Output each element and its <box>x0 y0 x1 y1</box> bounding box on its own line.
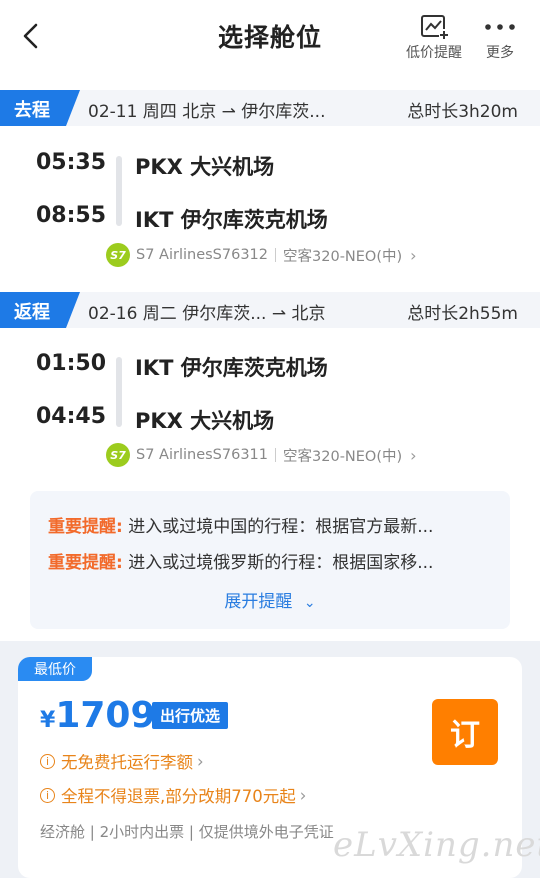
watermark: eLvXing.net <box>333 825 540 865</box>
return-duration: 总时长2h55m <box>407 304 518 324</box>
airline-logo-icon: S7 <box>106 243 130 267</box>
divider <box>275 448 277 462</box>
refund-info-text: 全程不得退票,部分改期770元起 <box>61 787 296 806</box>
notice-text: 进入或过境俄罗斯的行程：根据国家移... <box>128 553 434 573</box>
airline-logo-icon: S7 <box>106 443 130 467</box>
baggage-info-text: 无免费托运行李额 <box>61 753 193 772</box>
outbound-airline: S7 AirlinesS76312 <box>136 247 269 263</box>
outbound-aircraft: 空客320-NEO(中) <box>283 248 403 265</box>
header-bar: 选择舱位 低价提醒 更多 <box>0 0 540 84</box>
return-arr-airport: PKX 大兴机场 <box>135 409 275 433</box>
outbound-segment-bar: 去程 02-11 周四 北京 ⇀ 伊尔库茨... 总时长3h20m <box>0 90 540 126</box>
return-route-info: 02-16 周二 伊尔库茨... ⇀ 北京 <box>88 304 326 324</box>
price: ¥1709 <box>40 695 156 736</box>
return-dep-time: 01:50 <box>36 351 107 376</box>
return-dep-airport: IKT 伊尔库茨克机场 <box>135 356 328 380</box>
price-alert-button[interactable]: 低价提醒 <box>398 12 470 62</box>
return-airline-row[interactable]: S7 S7 AirlinesS76311 空客320-NEO(中) › <box>106 442 417 468</box>
expand-notices-button[interactable]: 展开提醒 ⌄ <box>30 587 510 612</box>
outbound-duration: 总时长3h20m <box>407 102 518 122</box>
outbound-dep-time: 05:35 <box>36 150 107 175</box>
chevron-right-icon: › <box>410 445 417 465</box>
outbound-tag: 去程 <box>0 90 80 126</box>
notice-text: 进入或过境中国的行程：根据官方最新... <box>128 517 434 537</box>
chevron-down-icon: ⌄ <box>303 595 316 611</box>
return-airline: S7 AirlinesS76311 <box>136 447 269 463</box>
divider <box>275 248 277 262</box>
return-aircraft: 空客320-NEO(中) <box>283 448 403 465</box>
notice-item[interactable]: 重要提醒: 进入或过境俄罗斯的行程：根据国家移... <box>48 548 433 573</box>
info-icon: i <box>40 753 55 769</box>
more-button[interactable]: 更多 <box>472 12 528 62</box>
outbound-airline-row[interactable]: S7 S7 AirlinesS76312 空客320-NEO(中) › <box>106 242 417 268</box>
price-alert-label: 低价提醒 <box>406 45 462 61</box>
return-arr-time: 04:45 <box>36 404 107 429</box>
refund-info[interactable]: i 全程不得退票,部分改期770元起 › <box>40 783 306 807</box>
outbound-arr-airport: IKT 伊尔库茨克机场 <box>135 208 328 232</box>
fare-footer: 经济舱 | 2小时内出票 | 仅提供境外电子凭证 <box>40 823 334 841</box>
notice-label: 重要提醒: <box>48 553 123 573</box>
notice-box: 重要提醒: 进入或过境中国的行程：根据官方最新... 重要提醒: 进入或过境俄罗… <box>30 491 510 629</box>
notice-item[interactable]: 重要提醒: 进入或过境中国的行程：根据官方最新... <box>48 512 433 537</box>
chevron-right-icon: › <box>197 751 204 771</box>
lowest-price-tag: 最低价 <box>18 657 92 681</box>
outbound-arr-time: 08:55 <box>36 203 107 228</box>
chevron-right-icon: › <box>410 245 417 265</box>
travel-choice-badge: 出行优选 <box>152 702 229 729</box>
baggage-info[interactable]: i 无免费托运行李额 › <box>40 749 204 773</box>
expand-notices-label: 展开提醒 <box>224 592 293 612</box>
return-tag: 返程 <box>0 292 80 328</box>
outbound-flight-line <box>116 156 122 226</box>
price-alert-icon <box>398 12 470 42</box>
info-icon: i <box>40 787 55 803</box>
outbound-dep-airport: PKX 大兴机场 <box>135 155 275 179</box>
chevron-right-icon: › <box>299 785 307 805</box>
return-flight-line <box>116 357 122 427</box>
return-segment-bar: 返程 02-16 周二 伊尔库茨... ⇀ 北京 总时长2h55m <box>0 292 540 328</box>
notice-label: 重要提醒: <box>48 517 123 537</box>
price-value: 1709 <box>55 695 156 736</box>
outbound-route-info: 02-11 周四 北京 ⇀ 伊尔库茨... <box>88 102 326 122</box>
more-dots-icon <box>472 12 528 42</box>
more-label: 更多 <box>486 45 514 61</box>
currency-symbol: ¥ <box>40 708 56 733</box>
book-button[interactable]: 订 <box>432 699 498 765</box>
